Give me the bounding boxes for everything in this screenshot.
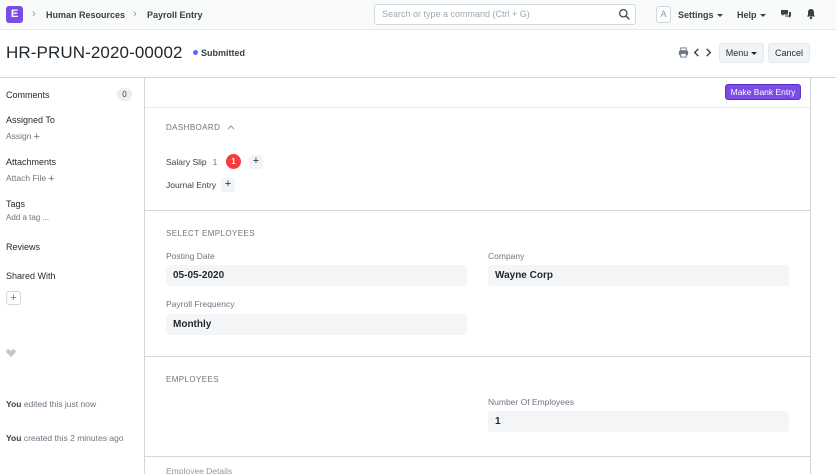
- caret-down-icon: [759, 14, 766, 18]
- plus-icon: +: [48, 173, 55, 185]
- attach-link-text: Attach File: [6, 173, 47, 183]
- plus-icon: +: [33, 131, 40, 143]
- posting-date-label: Posting Date: [166, 251, 215, 261]
- dashboard-heading[interactable]: DASHBOARD: [166, 123, 220, 132]
- chevron-right-icon: ›: [133, 8, 137, 20]
- settings-dropdown[interactable]: Settings: [678, 10, 723, 20]
- page-title: HR-PRUN-2020-00002: [6, 43, 183, 62]
- comments-count-badge: 0: [117, 88, 132, 101]
- next-doc-icon[interactable]: [703, 47, 714, 58]
- menu-label: Menu: [725, 48, 749, 58]
- assigned-to-label: Assigned To: [6, 115, 55, 125]
- user-avatar[interactable]: A: [656, 6, 671, 23]
- tags-label: Tags: [6, 199, 26, 209]
- dashboard-link-journal-entry[interactable]: Journal Entry: [166, 180, 216, 190]
- new-journal-entry-button[interactable]: +: [221, 178, 235, 192]
- employee-details-heading: Employee Details: [166, 466, 233, 474]
- open-count-badge[interactable]: 1: [226, 154, 241, 169]
- section-divider: [145, 356, 810, 357]
- salary-slip-label: Salary Slip: [166, 157, 207, 167]
- salary-slip-count: 1: [212, 157, 218, 167]
- form-layout: Make Bank Entry DASHBOARD Salary Slip 1 1…: [144, 78, 811, 474]
- number-of-employees-field[interactable]: 1: [488, 411, 789, 432]
- add-tag-link[interactable]: Add a tag ...: [6, 213, 49, 222]
- search-input[interactable]: [382, 9, 612, 19]
- make-bank-entry-button[interactable]: Make Bank Entry: [725, 84, 801, 100]
- status-dot: [193, 50, 198, 55]
- navbar: E › Human Resources › Payroll Entry A Se…: [0, 0, 836, 30]
- employees-heading: EMPLOYEES: [166, 375, 219, 384]
- new-salary-slip-button[interactable]: +: [249, 155, 263, 169]
- company-field[interactable]: Wayne Corp: [488, 265, 789, 286]
- activity-text: edited this just now: [23, 399, 97, 409]
- company-label: Company: [488, 251, 525, 261]
- reviews-label: Reviews: [6, 242, 41, 252]
- app-logo[interactable]: E: [6, 6, 23, 23]
- activity-edited: You edited this just now: [6, 398, 126, 410]
- chat-icon[interactable]: [780, 8, 792, 20]
- toolbar-divider: [145, 107, 810, 108]
- select-employees-heading: SELECT EMPLOYEES: [166, 229, 255, 238]
- like-heart-icon[interactable]: [6, 348, 16, 358]
- attachments-label: Attachments: [6, 157, 57, 167]
- previous-doc-icon[interactable]: [691, 47, 702, 58]
- breadcrumb-payroll-entry[interactable]: Payroll Entry: [147, 10, 203, 20]
- cancel-button[interactable]: Cancel: [768, 43, 810, 63]
- shared-with-label: Shared With: [6, 271, 56, 281]
- chevron-right-icon: ›: [32, 8, 36, 20]
- payroll-frequency-label: Payroll Frequency: [166, 299, 235, 309]
- number-of-employees-label: Number Of Employees: [488, 397, 574, 407]
- notification-bell-icon[interactable]: [805, 8, 817, 20]
- attach-file-link[interactable]: Attach File +: [6, 173, 55, 185]
- assign-link-text: Assign: [6, 131, 32, 141]
- section-divider: [145, 456, 810, 457]
- settings-label: Settings: [678, 10, 714, 20]
- share-add-button[interactable]: +: [6, 291, 21, 305]
- comments-label[interactable]: Comments: [6, 90, 50, 100]
- activity-created: You created this 2 minutes ago: [6, 432, 126, 444]
- awesomebar: [374, 4, 636, 25]
- print-icon[interactable]: [678, 47, 689, 58]
- assign-link[interactable]: Assign +: [6, 131, 40, 143]
- status-label: Submitted: [201, 48, 245, 58]
- activity-user: You: [6, 433, 22, 443]
- status-indicator: Submitted: [193, 48, 245, 58]
- help-label: Help: [737, 10, 757, 20]
- dashboard-link-salary-slip[interactable]: Salary Slip 1: [166, 157, 217, 167]
- form-sidebar: Comments 0 Assigned To Assign + Attachmen…: [0, 78, 144, 474]
- caret-down-icon: [716, 14, 723, 18]
- search-icon[interactable]: [618, 8, 631, 21]
- posting-date-field[interactable]: 05-05-2020: [166, 265, 467, 286]
- breadcrumb-human-resources[interactable]: Human Resources: [46, 10, 125, 20]
- chevron-up-icon[interactable]: [227, 124, 235, 130]
- section-divider: [145, 210, 810, 211]
- caret-down-icon: [751, 52, 758, 56]
- menu-button[interactable]: Menu: [719, 43, 764, 63]
- help-dropdown[interactable]: Help: [737, 10, 766, 20]
- payroll-frequency-field[interactable]: Monthly: [166, 314, 467, 335]
- activity-text: created this 2 minutes ago: [23, 433, 124, 443]
- activity-user: You: [6, 399, 22, 409]
